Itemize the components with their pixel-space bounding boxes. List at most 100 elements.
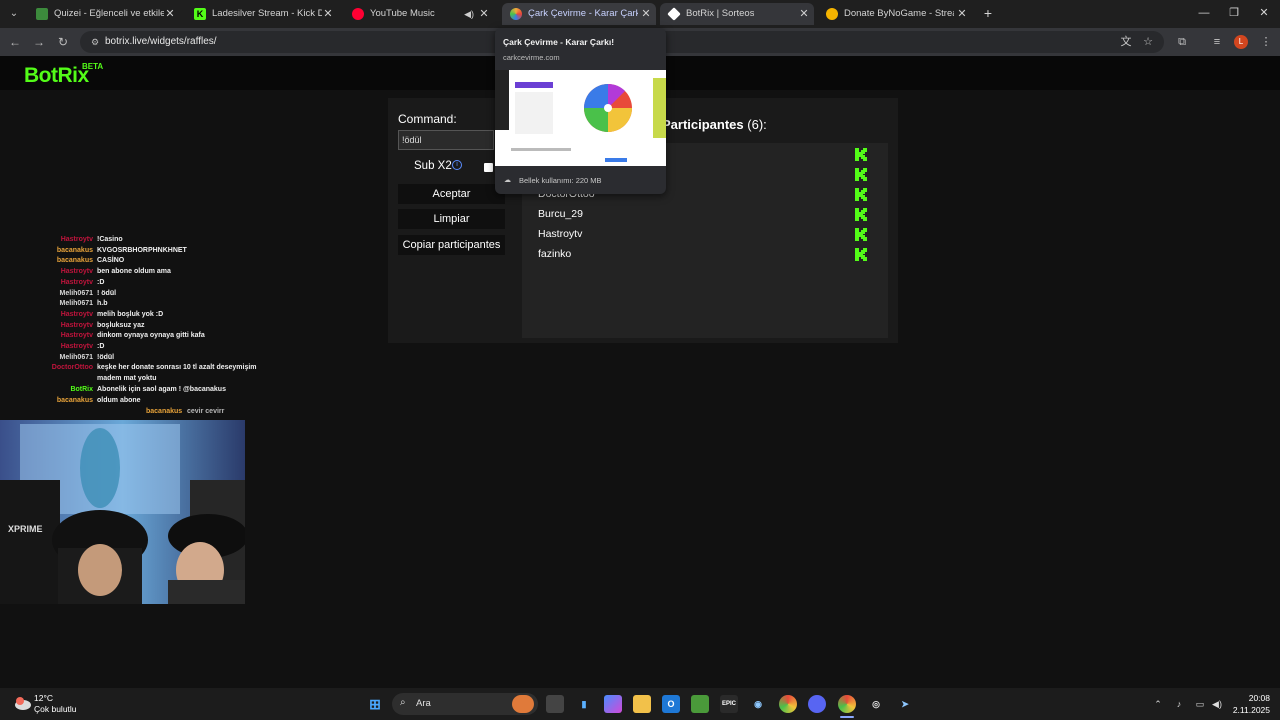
chrome-active-icon[interactable] <box>838 695 856 713</box>
url-text[interactable]: botrix.live/widgets/raffles/ <box>105 31 217 53</box>
discord-icon[interactable] <box>808 695 826 713</box>
tab-cark-cevirme[interactable]: Çark Çevirme - Karar Çarkı! ✕ <box>502 3 656 25</box>
chat-text: :D <box>97 343 105 350</box>
epic-games-icon[interactable]: EPIC <box>720 695 738 713</box>
back-button[interactable]: ← <box>7 34 23 50</box>
speaker-icon[interactable]: ◀) <box>464 3 474 25</box>
minimize-button[interactable]: — <box>1194 5 1214 21</box>
running-indicator <box>840 716 854 718</box>
chat-username: bacanakus <box>146 407 183 415</box>
wheel-preview-image <box>495 70 666 166</box>
close-icon[interactable]: ✕ <box>478 3 490 25</box>
task-view-icon[interactable] <box>546 695 564 713</box>
chat-text: :D <box>97 278 105 286</box>
chat-username: Hastroytv <box>60 321 93 329</box>
chat-message: Hastroytv :D <box>0 342 280 352</box>
new-tab-button[interactable]: + <box>980 4 996 22</box>
outlook-icon[interactable]: O <box>662 695 680 713</box>
close-icon[interactable]: ✕ <box>640 3 652 25</box>
chat-username: DoctorOttoo <box>51 364 93 372</box>
tab-title: YouTube Music <box>370 8 435 19</box>
minecraft-icon[interactable] <box>691 695 709 713</box>
tab-youtube-music[interactable]: YouTube Music ◀) ✕ <box>344 3 494 25</box>
quizei-icon <box>36 8 48 20</box>
participants-heading: Participantes (6): <box>662 117 767 132</box>
chat-username: Melih0671 <box>59 300 93 308</box>
botrix-logo[interactable]: BotRix <box>24 64 89 88</box>
chat-text: h.b <box>97 300 108 308</box>
chat-text: CASİNO <box>97 257 125 265</box>
chat-username: bacanakus <box>56 396 93 404</box>
close-icon[interactable]: ✕ <box>956 3 968 25</box>
reload-button[interactable]: ↻ <box>55 34 71 50</box>
display-icon[interactable]: ▭ <box>1193 697 1207 711</box>
search-icon: ⌕ <box>400 697 406 708</box>
close-icon[interactable]: ✕ <box>322 3 334 25</box>
media-control-icon[interactable]: ≡ <box>1209 34 1225 50</box>
chat-text: !ödül <box>97 353 115 361</box>
tab-bynogame[interactable]: Donate ByNoGame - Streamer ✕ <box>818 3 972 25</box>
weather-description[interactable]: Çok bulutlu <box>34 704 77 714</box>
tab-strip: ⌄ Quizei - Eğlenceli ve etkileşimli ✕ K … <box>0 0 1280 28</box>
chat-message-latest: bacanakus cevir cevirr <box>0 407 280 417</box>
steam-link-icon[interactable]: ➤ <box>896 695 914 713</box>
info-icon[interactable]: i <box>452 160 462 170</box>
chat-message: Melih0671 ! ödül <box>0 289 280 299</box>
tab-kick-dashboard[interactable]: K Ladesilver Stream - Kick Dashb ✕ <box>186 3 338 25</box>
wheel-icon <box>510 8 522 20</box>
svg-text:XPRIME: XPRIME <box>8 524 43 534</box>
sub-x2-checkbox[interactable] <box>484 163 493 172</box>
profile-avatar[interactable]: L <box>1234 35 1248 49</box>
forward-button[interactable]: → <box>31 34 47 50</box>
chat-message: Hastroytv !Casino <box>0 235 280 245</box>
tray-chevron-icon[interactable]: ⌃ <box>1151 697 1165 711</box>
tab-quizei[interactable]: Quizei - Eğlenceli ve etkileşimli ✕ <box>28 3 180 25</box>
accept-button[interactable]: Aceptar <box>398 184 505 204</box>
tab-title: Quizei - Eğlenceli ve etkileşimli <box>54 8 164 19</box>
steam-icon[interactable]: ◉ <box>749 695 767 713</box>
kick-icon <box>855 168 867 181</box>
chart-app-icon[interactable]: ▮ <box>575 695 593 713</box>
tab-title: BotRix | Sorteos <box>686 8 755 19</box>
site-info-icon[interactable]: ⚙ <box>88 35 102 49</box>
chat-text: KVGOSRBHORPHNKHNET <box>97 246 187 254</box>
chat-text: ben abone oldum ama <box>97 268 171 276</box>
close-icon[interactable]: ✕ <box>798 3 810 25</box>
copy-participants-button[interactable]: Copiar participantes <box>398 235 505 255</box>
clear-button[interactable]: Limpiar <box>398 209 505 229</box>
file-explorer-icon[interactable] <box>633 695 651 713</box>
chrome-icon[interactable] <box>779 695 797 713</box>
close-window-button[interactable]: ✕ <box>1254 5 1274 21</box>
tab-botrix-sorteos[interactable]: BotRix | Sorteos ✕ <box>660 3 814 25</box>
windows-taskbar: 12°C Çok bulutlu ⊞ ⌕ Ara ▮ O EPIC ◉ ◎ ➤ … <box>0 688 1280 720</box>
tab-title: Ladesilver Stream - Kick Dashb <box>212 8 322 19</box>
bookmark-star-icon[interactable]: ☆ <box>1140 34 1156 50</box>
copilot-icon[interactable] <box>604 695 622 713</box>
menu-icon[interactable]: ⋮ <box>1258 34 1274 50</box>
cloud-icon[interactable] <box>12 693 32 711</box>
clock-date[interactable]: 2.11.2025 <box>1228 705 1270 715</box>
volume-icon[interactable]: ◀) <box>1210 697 1224 711</box>
windows-start-icon[interactable]: ⊞ <box>366 695 384 713</box>
chat-username: Hastroytv <box>60 268 93 276</box>
youtube-music-icon <box>352 8 364 20</box>
chat-username: Hastroytv <box>60 332 93 340</box>
search-highlight-icon[interactable] <box>512 695 534 713</box>
command-input[interactable]: !ödül <box>398 130 494 150</box>
chat-username: Hastroytv <box>60 343 93 350</box>
weather-temperature[interactable]: 12°C <box>34 693 53 703</box>
close-icon[interactable]: ✕ <box>164 3 176 25</box>
memory-icon: ☁ <box>504 177 511 184</box>
participant-row: Burcu_29 <box>538 205 868 223</box>
chat-message: madem mat yoktu <box>0 374 280 384</box>
tab-search-icon[interactable]: ⌄ <box>6 6 22 22</box>
chat-message: Hastroytv melih boşluk yok :D <box>0 310 280 320</box>
restore-button[interactable]: ❐ <box>1224 5 1244 21</box>
extensions-icon[interactable]: ⧉ <box>1174 34 1190 50</box>
chat-message: BotRix Abonelik için saol agam ! @bacanak… <box>0 385 280 395</box>
microphone-icon[interactable]: ♪ <box>1172 697 1186 711</box>
obs-icon[interactable]: ◎ <box>867 695 885 713</box>
clock-time[interactable]: 20:08 <box>1246 693 1270 703</box>
chat-message: Hastroytv:D <box>0 278 280 288</box>
translate-icon[interactable]: 文 <box>1118 34 1134 50</box>
